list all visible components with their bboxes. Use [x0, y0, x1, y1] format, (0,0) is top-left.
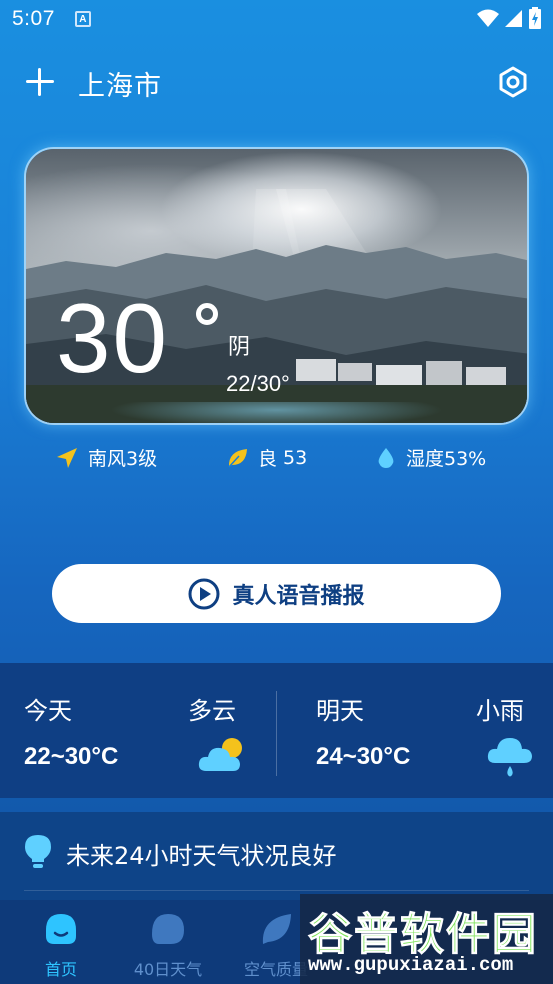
tomorrow-condition: 小雨	[476, 697, 524, 725]
watermark-title: 谷普软件园	[308, 909, 538, 961]
add-city-button[interactable]	[22, 64, 58, 100]
wifi-icon	[477, 9, 499, 27]
top-bar: 上海市	[0, 58, 553, 108]
humidity-label: 湿度53%	[406, 448, 487, 470]
forecast-today[interactable]: 今天 多云 22~30°C	[0, 663, 276, 798]
card-glow	[40, 402, 513, 442]
aqi-label: 良	[258, 448, 278, 470]
voice-broadcast-label: 真人语音播报	[232, 583, 365, 609]
aqi-metric: 良 53	[226, 444, 307, 471]
degree-symbol	[196, 303, 218, 325]
lightbulb-icon	[25, 835, 51, 868]
tip-text: 未来24小时天气状况良好	[66, 842, 337, 870]
nav-home-label: 首页	[44, 960, 77, 979]
status-time: 5:07	[12, 7, 55, 30]
settings-icon[interactable]	[497, 66, 529, 98]
tip-divider	[24, 890, 529, 891]
battery-icon	[529, 7, 541, 29]
humidity-metric: 湿度53%	[376, 444, 486, 471]
weather-metrics: 南风3级 良 53 湿度53%	[0, 444, 553, 478]
site-watermark: 谷普软件园 www.gupuxiazai.com	[300, 894, 553, 984]
forecast-panel: 今天 多云 22~30°C 明天 小雨 24~30°C	[0, 663, 553, 798]
current-weather-card: 30 阴 22/30°	[24, 147, 529, 425]
today-label: 今天	[24, 697, 72, 725]
leaf-nav-icon	[262, 914, 291, 944]
forecast-tomorrow[interactable]: 明天 小雨 24~30°C	[277, 663, 553, 798]
nav-40-day-label: 40日天气	[133, 960, 203, 979]
status-icons	[477, 7, 541, 29]
nav-40-day[interactable]: 40日天气	[118, 912, 218, 980]
wind-label: 南风3级	[88, 448, 158, 470]
current-temperature: 30	[56, 283, 170, 393]
wind-direction-icon	[57, 447, 77, 468]
light-rain-icon	[487, 738, 532, 777]
cloud-icon	[152, 914, 184, 944]
signal-icon	[505, 10, 522, 27]
leaf-icon	[228, 448, 247, 468]
nav-home[interactable]: 首页	[11, 912, 111, 980]
status-bar: 5:07 A	[0, 0, 553, 38]
partly-cloudy-icon	[198, 738, 242, 771]
voice-broadcast-button[interactable]: 真人语音播报	[52, 564, 501, 623]
play-icon	[188, 578, 220, 609]
aqi-value: 53	[283, 446, 308, 469]
app-notification-icon: A	[74, 11, 91, 27]
today-condition: 多云	[188, 697, 236, 725]
tomorrow-label: 明天	[316, 697, 364, 725]
today-temps: 22~30°C	[24, 743, 119, 770]
water-drop-icon	[378, 447, 394, 468]
city-name[interactable]: 上海市	[78, 64, 162, 103]
watermark-url: www.gupuxiazai.com	[308, 954, 514, 976]
tomorrow-temps: 24~30°C	[316, 743, 411, 770]
wind-metric: 南风3级	[56, 444, 157, 471]
temperature-range: 22/30°	[226, 371, 290, 396]
current-condition: 阴	[228, 335, 251, 360]
home-icon	[46, 914, 76, 944]
weather-tip: 未来24小时天气状况良好	[0, 812, 553, 900]
